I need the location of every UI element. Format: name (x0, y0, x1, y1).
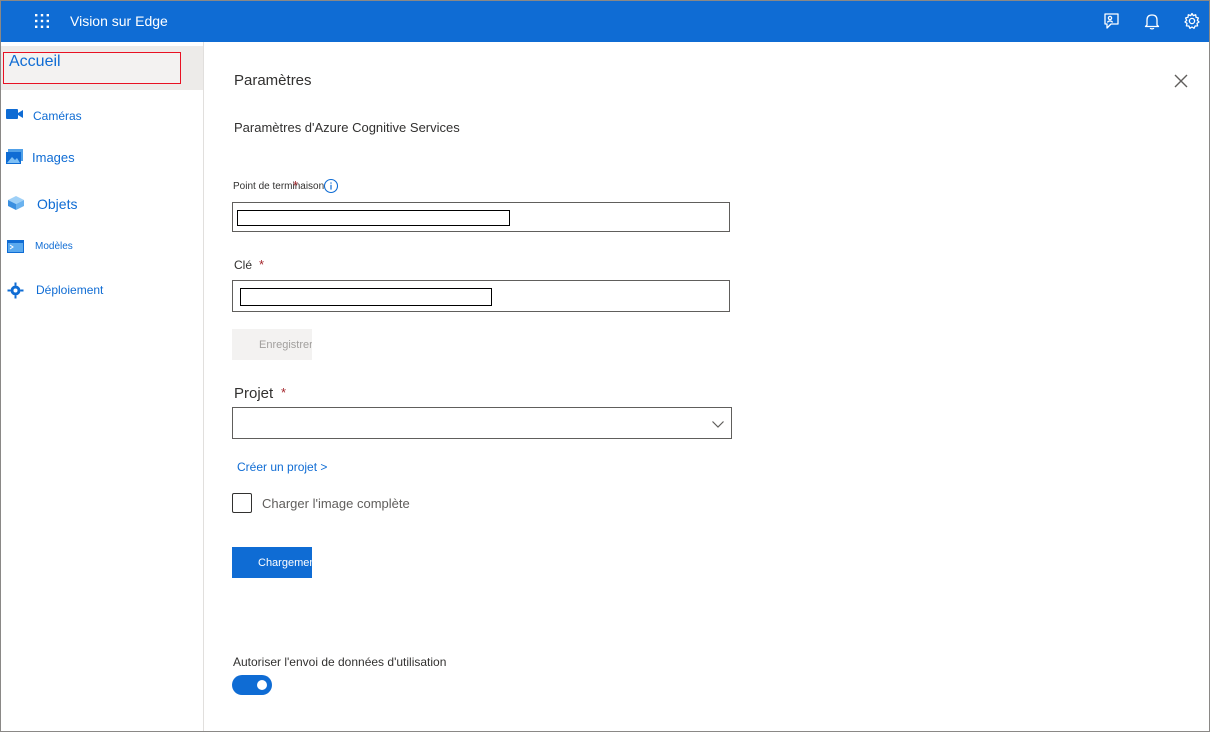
endpoint-label: Point de terminaison (233, 181, 325, 192)
section-title: Paramètres d'Azure Cognitive Services (234, 120, 460, 135)
endpoint-field (232, 202, 730, 232)
camera-icon (6, 109, 23, 119)
key-field (232, 280, 730, 312)
project-dropdown[interactable] (232, 407, 732, 439)
endpoint-input[interactable] (237, 210, 510, 226)
project-label: Projet (234, 385, 274, 402)
sidebar-item-models[interactable]: Modèles (1, 232, 203, 262)
toggle-knob (257, 680, 267, 690)
top-bar: Vision sur Edge (1, 1, 1209, 42)
sidebar-home-label: Accueil (9, 53, 61, 70)
models-icon (7, 240, 24, 253)
app-window: Vision sur Edge Accueil Caméras Images O… (0, 0, 1210, 732)
save-button[interactable]: Enregistrer (232, 329, 312, 360)
sidebar-item-objects[interactable]: Objets (1, 188, 203, 218)
feedback-icon[interactable] (1101, 11, 1121, 31)
save-button-label: Enregistrer (259, 339, 312, 351)
objects-icon (8, 196, 24, 210)
sidebar-item-images[interactable]: Images (1, 142, 203, 172)
gear-icon[interactable] (1182, 11, 1202, 31)
bell-icon[interactable] (1142, 11, 1162, 31)
load-button-label: Chargement (258, 557, 312, 569)
sidebar-item-label: Déploiement (36, 283, 104, 297)
required-marker: * (281, 385, 287, 400)
load-button[interactable]: Chargement (232, 547, 312, 578)
sidebar-item-cameras[interactable]: Caméras (1, 100, 203, 130)
images-icon (6, 149, 23, 164)
sidebar-item-deployment[interactable]: Déploiement (1, 275, 203, 305)
required-marker: * (293, 178, 299, 193)
info-icon[interactable] (323, 178, 339, 194)
sidebar: Accueil Caméras Images Objets Modèles Dé… (1, 42, 204, 731)
sidebar-item-home[interactable]: Accueil (1, 46, 203, 90)
panel-title: Paramètres (234, 72, 312, 89)
sidebar-item-label: Modèles (35, 241, 73, 252)
full-image-checkbox-label: Charger l'image complète (262, 496, 410, 511)
key-label: Clé (234, 258, 253, 272)
waffle-icon[interactable] (35, 14, 49, 28)
full-image-checkbox[interactable] (232, 493, 252, 513)
sidebar-item-label: Objets (37, 196, 78, 212)
close-icon[interactable] (1171, 71, 1191, 91)
sidebar-item-label: Images (32, 150, 75, 165)
app-title: Vision sur Edge (70, 13, 168, 29)
required-marker: * (259, 257, 265, 272)
deployment-icon (7, 282, 24, 299)
sidebar-item-label: Caméras (33, 109, 82, 123)
key-input[interactable] (240, 288, 492, 306)
create-project-link[interactable]: Créer un projet > (237, 460, 327, 474)
telemetry-toggle[interactable] (232, 675, 272, 695)
chevron-down-icon (712, 421, 724, 428)
telemetry-label: Autoriser l'envoi de données d'utilisati… (233, 655, 447, 669)
